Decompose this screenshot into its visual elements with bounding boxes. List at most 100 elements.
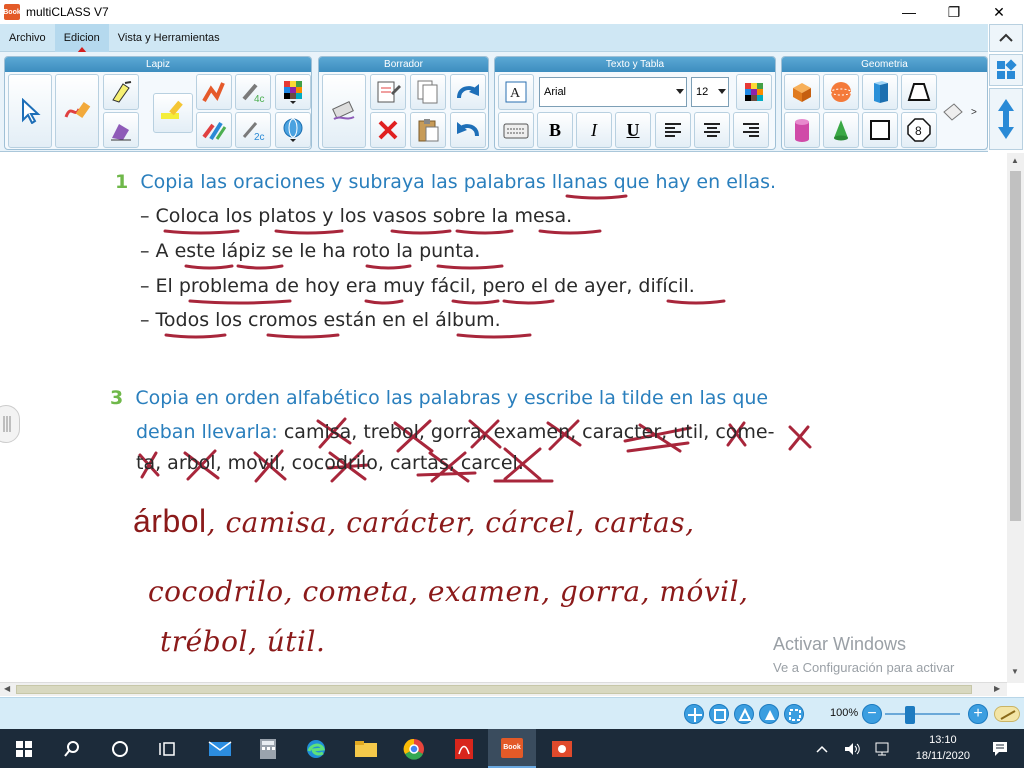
presentation-app[interactable] [538, 729, 586, 768]
pages-view-icon [765, 710, 775, 720]
eraser-tool-button[interactable] [322, 74, 366, 148]
double-page-button[interactable] [759, 704, 779, 724]
underline-button[interactable]: U [615, 112, 651, 148]
marker-tool-button[interactable] [103, 74, 139, 110]
octagon-icon: 8 [907, 118, 931, 142]
fit-page-button[interactable] [709, 704, 729, 724]
menu-edicion[interactable]: Edicion [54, 23, 109, 53]
align-left-button[interactable] [655, 112, 691, 148]
task-view-button[interactable] [144, 729, 192, 768]
brush-options-button[interactable] [275, 112, 311, 148]
network-button[interactable] [868, 729, 896, 768]
delete-button[interactable] [370, 112, 406, 148]
action-center-button[interactable] [976, 729, 1024, 768]
zoom-slider-thumb[interactable] [905, 706, 915, 724]
volume-button[interactable] [838, 729, 866, 768]
cone-shape-button[interactable] [823, 112, 859, 148]
scroll-down-arrow-icon[interactable]: ▼ [1011, 667, 1019, 676]
system-clock[interactable]: 13:10 18/11/2020 [916, 732, 970, 764]
edge-browser-app[interactable] [292, 729, 340, 768]
thickness-4-button[interactable]: 4c [235, 74, 271, 110]
menu-archivo[interactable]: Archivo [0, 24, 55, 52]
minimize-button[interactable]: — [886, 0, 932, 24]
collapse-ribbon-button[interactable] [989, 24, 1023, 52]
clear-page-button[interactable] [370, 74, 406, 110]
group-title-lapiz: Lapiz [5, 57, 311, 72]
align-right-button[interactable] [733, 112, 769, 148]
red-x-icon [378, 120, 398, 140]
text-color-button[interactable] [736, 74, 772, 110]
cube-shape-button[interactable] [784, 74, 820, 110]
vertical-scrollbar[interactable]: ▲ ▼ [1007, 153, 1024, 683]
crayon-tool-button[interactable] [196, 74, 232, 110]
chrome-app[interactable] [390, 729, 438, 768]
handwriting-line-3: trébol, útil. [160, 625, 326, 658]
horizontal-scroll-thumb[interactable] [16, 685, 972, 694]
text-box-button[interactable]: A [498, 74, 534, 110]
zoom-out-button[interactable]: − [862, 704, 882, 724]
scroll-up-arrow-icon[interactable]: ▲ [1011, 156, 1019, 165]
select-tool-button[interactable] [8, 74, 52, 148]
thickness-2-button[interactable]: 2c [235, 112, 271, 148]
fullscreen-button[interactable] [784, 704, 804, 724]
move-vertical-button[interactable] [989, 88, 1023, 150]
exercise-3-words-1: camisa, trebol, gorra, examen, caracter,… [277, 421, 775, 443]
keyboard-button[interactable] [498, 112, 534, 148]
horizontal-scrollbar[interactable]: ◀ ▶ [0, 682, 1007, 696]
italic-button[interactable]: I [576, 112, 612, 148]
highlighter-tool-button[interactable] [153, 93, 193, 133]
vertical-scroll-thumb[interactable] [1010, 171, 1021, 521]
underline-stroke [188, 299, 292, 305]
calculator-app[interactable] [244, 729, 292, 768]
start-button[interactable] [0, 729, 48, 768]
font-size-select[interactable]: 12 [691, 77, 729, 107]
more-shapes-button[interactable] [942, 93, 964, 133]
bold-button[interactable]: B [537, 112, 573, 148]
pen-scribble-icon [64, 101, 91, 119]
shape-pen-button[interactable] [103, 112, 139, 148]
scroll-right-arrow-icon[interactable]: ▶ [994, 684, 1000, 693]
font-family-select[interactable]: Arial [539, 77, 687, 107]
file-explorer-app[interactable] [342, 729, 390, 768]
move-view-button[interactable] [684, 704, 704, 724]
side-panel-handle[interactable] [0, 405, 20, 443]
single-page-button[interactable] [734, 704, 754, 724]
pencil-mode-button[interactable] [994, 706, 1020, 722]
copy-button[interactable] [410, 74, 446, 110]
exercise-1-title: Copia las oraciones y subraya las palabr… [140, 171, 777, 193]
close-button[interactable]: ✕ [976, 0, 1022, 24]
octagon-shape-button[interactable]: 8 [901, 112, 937, 148]
square-shape-button[interactable] [862, 112, 898, 148]
show-hidden-icons-button[interactable] [808, 729, 836, 768]
maximize-button[interactable]: ❐ [931, 0, 977, 24]
chevron-up-icon [999, 33, 1013, 42]
zoom-slider-track[interactable] [885, 713, 960, 715]
color-palette-button[interactable] [275, 74, 311, 110]
pen-tool-button[interactable] [55, 74, 99, 148]
redo-button[interactable] [450, 74, 486, 110]
multiclass-app[interactable]: Book [488, 729, 536, 768]
align-center-button[interactable] [694, 112, 730, 148]
cylinder-shape-button[interactable] [784, 112, 820, 148]
crayon-icon [202, 82, 225, 103]
exercise-3-line-2: deban llevarla: camisa, trebol, gorra, e… [136, 421, 774, 443]
sphere-shape-button[interactable] [823, 74, 859, 110]
color-pen-button[interactable] [196, 112, 232, 148]
paste-button[interactable] [410, 112, 446, 148]
ribbon-scroll-right[interactable]: > [971, 107, 977, 118]
cortana-button[interactable] [96, 729, 144, 768]
scroll-left-arrow-icon[interactable]: ◀ [4, 684, 10, 693]
shape-pen-icon [111, 124, 131, 141]
layout-button[interactable] [989, 54, 1023, 86]
acrobat-app[interactable] [440, 729, 488, 768]
search-button[interactable] [48, 729, 96, 768]
menu-vista-herramientas[interactable]: Vista y Herramientas [109, 24, 229, 52]
mail-app[interactable] [196, 729, 244, 768]
chrome-icon [403, 738, 424, 760]
paste-icon [418, 119, 439, 142]
prism-shape-button[interactable] [862, 74, 898, 110]
undo-button[interactable] [450, 112, 486, 148]
trapezoid-shape-button[interactable] [901, 74, 937, 110]
zoom-in-button[interactable]: + [968, 704, 988, 724]
pencil-size-4-icon: 4c [242, 83, 265, 105]
